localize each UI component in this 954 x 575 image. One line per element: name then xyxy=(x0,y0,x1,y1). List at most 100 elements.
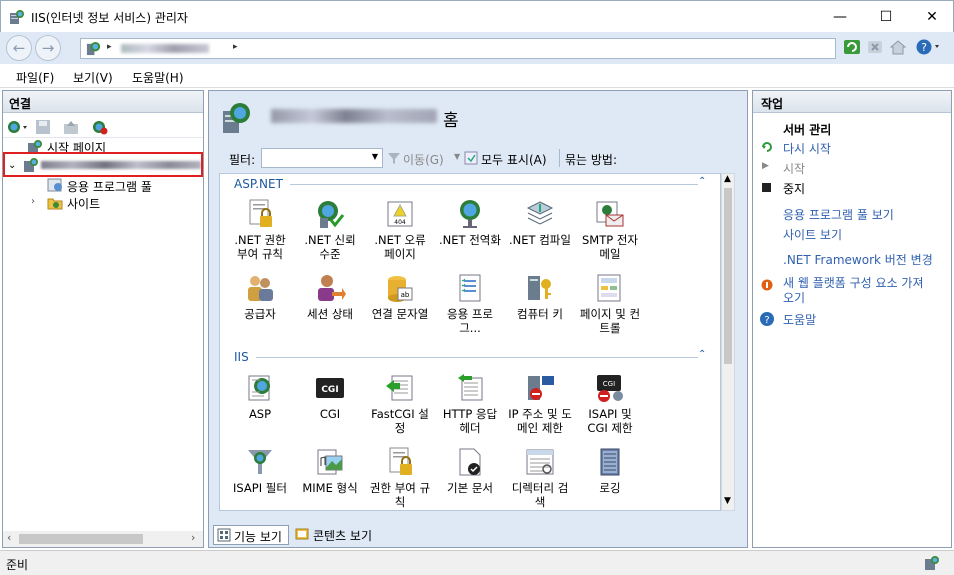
actions-header: 작업 xyxy=(753,91,951,113)
group-by-label[interactable]: 묶는 방법: xyxy=(565,151,617,168)
feature-connection-strings[interactable]: ab 연결 문자열 xyxy=(368,272,432,321)
feature-ip-domain-restrictions[interactable]: IP 주소 및 도메인 제한 xyxy=(508,372,572,435)
help-link[interactable]: 도움말 xyxy=(783,311,816,328)
title-bar: IIS(인터넷 정보 서비스) 관리자 — ☐ ✕ xyxy=(0,0,954,32)
default-document-icon xyxy=(459,448,481,476)
server-title-redacted xyxy=(271,109,437,123)
scroll-thumb[interactable] xyxy=(724,188,732,364)
scroll-thumb[interactable] xyxy=(19,534,143,544)
feature-net-globalization[interactable]: .NET 전역화 xyxy=(438,198,502,247)
feature-http-response-headers[interactable]: HTTP 응답 헤더 xyxy=(438,372,502,435)
feature-default-document[interactable]: 기본 문서 xyxy=(438,446,502,495)
change-net-framework-link[interactable]: .NET Framework 버전 변경 xyxy=(783,251,933,268)
directory-browsing-icon xyxy=(526,449,554,475)
help-dropdown-icon[interactable]: ? xyxy=(915,38,943,56)
start-link[interactable]: 시작 xyxy=(783,160,805,177)
group-iis-title: IIS xyxy=(234,350,249,364)
feature-providers[interactable]: 공급자 xyxy=(228,272,292,321)
show-all-button[interactable]: 모두 표시(A) xyxy=(481,151,547,168)
maximize-button[interactable]: ☐ xyxy=(863,1,909,33)
filter-dropdown-icon[interactable]: ▼ xyxy=(372,152,378,161)
svg-text:404: 404 xyxy=(394,219,406,226)
isapi-filters-icon xyxy=(248,450,272,474)
feature-logging[interactable]: 로깅 xyxy=(578,446,642,495)
address-dropdown-arrow[interactable]: ▸ xyxy=(233,42,238,52)
menu-view[interactable]: 보기(V) xyxy=(73,69,113,86)
feature-label: 페이지 및 컨트롤 xyxy=(579,307,641,335)
scroll-left-icon[interactable]: ‹ xyxy=(7,531,11,544)
feature-label: 연결 문자열 xyxy=(371,307,429,321)
tree-app-pools[interactable]: 응용 프로그램 풀 xyxy=(67,178,152,195)
forward-arrow-icon: → xyxy=(41,39,55,57)
restart-icon xyxy=(762,142,772,152)
authorization-rules-icon xyxy=(389,447,412,475)
horizontal-scrollbar[interactable]: ‹ › xyxy=(3,531,203,547)
feature-net-error-pages[interactable]: 404 .NET 오류 페이지 xyxy=(368,198,432,261)
menu-help[interactable]: 도움말(H) xyxy=(132,69,184,86)
feature-net-compilation[interactable]: .NET 컴파일 xyxy=(508,198,572,247)
menu-bar: 파일(F) 보기(V) 도움말(H) xyxy=(0,64,954,88)
feature-label: HTTP 응답 헤더 xyxy=(442,407,498,435)
group-divider xyxy=(290,184,698,185)
feature-label: 권한 부여 규칙 xyxy=(369,481,431,509)
connections-toolbar xyxy=(3,114,203,138)
status-bar: 준비 xyxy=(0,550,954,575)
feature-smtp-email[interactable]: SMTP 전자 메일 xyxy=(578,198,642,261)
tab-features-view[interactable]: 기능 보기 xyxy=(213,525,289,545)
feature-directory-browsing[interactable]: 디렉터리 검색 xyxy=(508,446,572,509)
feature-pages-and-controls[interactable]: 페이지 및 컨트롤 xyxy=(578,272,642,335)
minimize-button[interactable]: — xyxy=(817,1,863,33)
svg-text:CGI: CGI xyxy=(603,380,615,388)
feature-machine-key[interactable]: 컴퓨터 키 xyxy=(508,272,572,321)
scroll-down-icon[interactable]: ▼ xyxy=(724,496,731,506)
collapse-group-icon[interactable]: ⌃ xyxy=(698,176,706,187)
server-node-highlight xyxy=(3,152,203,177)
feature-net-authorization-rules[interactable]: .NET 권한 부여 규칙 xyxy=(228,198,292,261)
svg-text:ab: ab xyxy=(401,291,410,299)
restart-link[interactable]: 다시 시작 xyxy=(783,140,831,157)
feature-authorization-rules[interactable]: 권한 부여 규칙 xyxy=(368,446,432,509)
view-sites-link[interactable]: 사이트 보기 xyxy=(783,226,842,243)
mime-types-icon xyxy=(317,449,343,475)
feature-fastcgi-settings[interactable]: FastCGI 설정 xyxy=(368,372,432,435)
stop-icon[interactable] xyxy=(866,38,884,56)
forward-button[interactable]: → xyxy=(35,35,61,61)
expand-chevron-icon[interactable]: › xyxy=(31,196,35,207)
view-app-pools-link[interactable]: 응용 프로그램 풀 보기 xyxy=(783,206,894,223)
scroll-up-icon[interactable]: ▲ xyxy=(724,174,731,184)
feature-label: 응용 프로그... xyxy=(447,307,493,335)
get-web-platform-link-cont[interactable]: 오기 xyxy=(783,289,805,306)
feature-mime-types[interactable]: MIME 형식 xyxy=(298,446,362,495)
svg-text:?: ? xyxy=(764,315,769,326)
back-button[interactable]: ← xyxy=(6,35,32,61)
up-level-icon[interactable] xyxy=(63,119,79,135)
start-icon: ▶ xyxy=(762,161,769,171)
close-button[interactable]: ✕ xyxy=(909,1,954,33)
feature-label: 기본 문서 xyxy=(447,481,493,495)
vertical-scrollbar[interactable]: ▲ ▼ xyxy=(721,173,735,511)
home-icon[interactable] xyxy=(889,38,907,56)
stop-link[interactable]: 중지 xyxy=(783,180,805,197)
disconnect-icon[interactable] xyxy=(91,119,109,135)
go-button[interactable]: 이동(G) xyxy=(403,151,444,168)
go-dropdown-icon[interactable]: ▼ xyxy=(454,152,460,161)
address-bar[interactable]: ▸ ▸ xyxy=(80,38,836,59)
scroll-right-icon[interactable]: › xyxy=(191,531,195,544)
feature-application-settings[interactable]: 응용 프로그... xyxy=(438,272,502,335)
feature-asp[interactable]: ASP xyxy=(228,372,292,421)
help-icon: ? xyxy=(760,312,774,326)
feature-session-state[interactable]: 세션 상태 xyxy=(298,272,362,321)
filter-input[interactable]: ▼ xyxy=(261,148,383,168)
tab-content-view[interactable]: 콘텐츠 보기 xyxy=(313,527,372,544)
features-list: ASP.NET ⌃ .NET 권한 부여 규칙 .NET 신뢰 수준 404 .NET… xyxy=(219,173,721,511)
feature-net-trust-levels[interactable]: .NET 신뢰 수준 xyxy=(298,198,362,261)
save-icon[interactable] xyxy=(35,119,51,135)
feature-isapi-cgi-restrictions[interactable]: CGI ISAPI 및 CGI 제한 xyxy=(578,372,642,435)
refresh-icon[interactable] xyxy=(843,38,861,56)
collapse-group-icon[interactable]: ⌃ xyxy=(698,349,706,360)
connect-globe-icon[interactable] xyxy=(6,119,30,135)
feature-cgi[interactable]: CGI CGI xyxy=(298,372,362,421)
menu-file[interactable]: 파일(F) xyxy=(16,69,54,86)
feature-isapi-filters[interactable]: ISAPI 필터 xyxy=(228,446,292,495)
tree-sites[interactable]: 사이트 xyxy=(67,195,100,212)
